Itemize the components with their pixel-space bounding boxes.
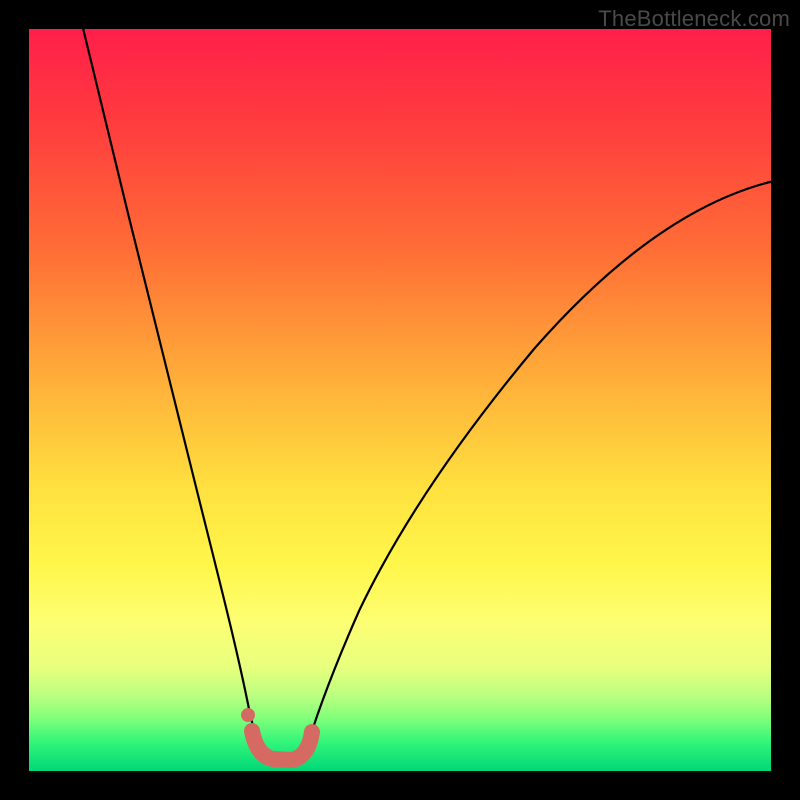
right-curve [304,181,774,757]
left-curve [82,24,261,757]
valley-marker [252,731,312,760]
chart-frame [29,29,771,771]
valley-dot [241,708,255,722]
watermark-text: TheBottleneck.com [598,6,790,32]
chart-svg [29,29,771,771]
